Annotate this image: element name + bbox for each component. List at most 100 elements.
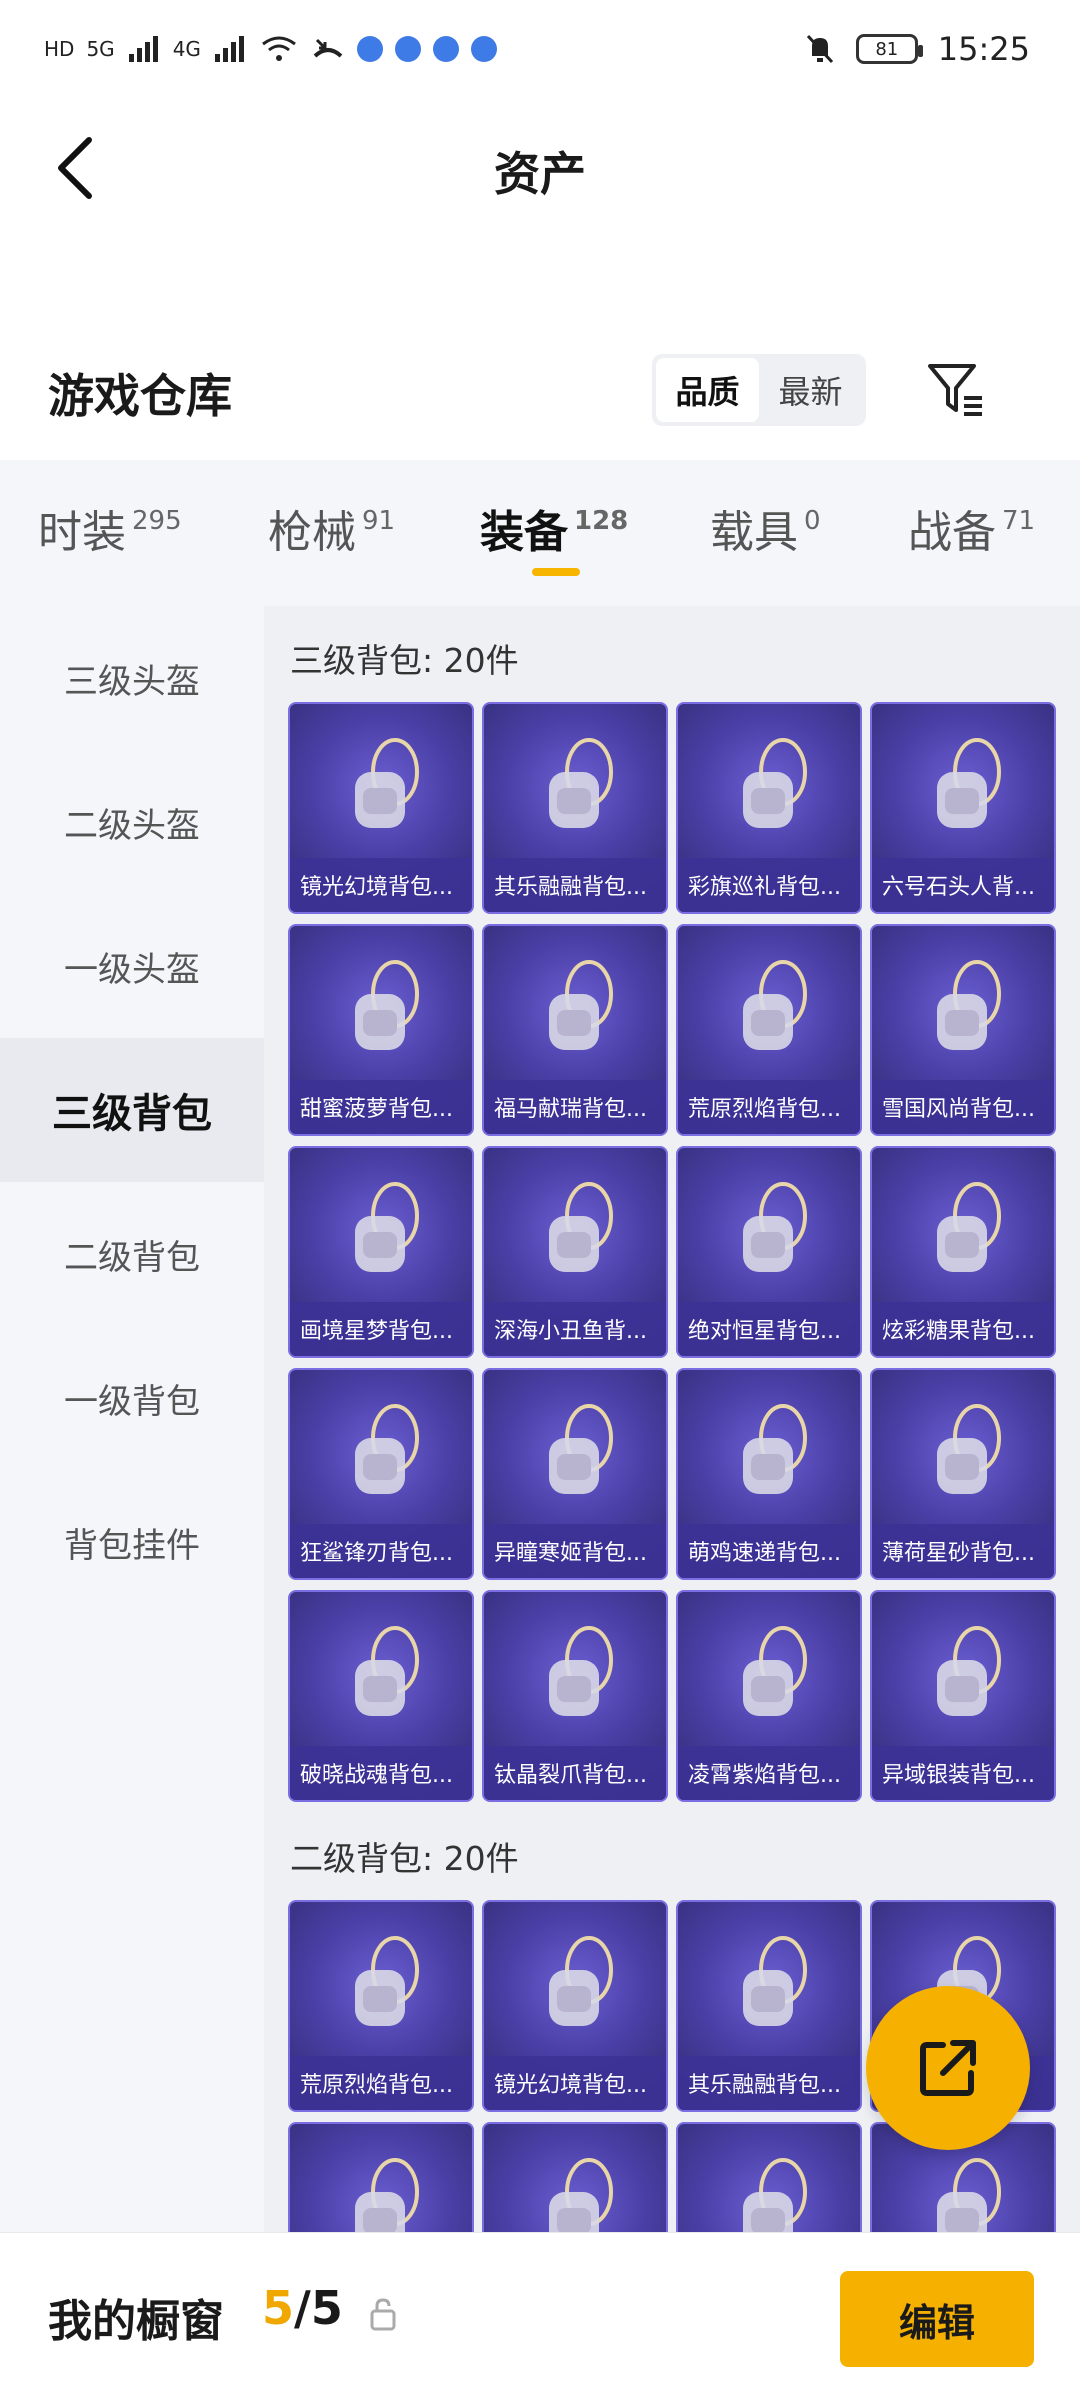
battery-level: 81 xyxy=(875,38,899,60)
item-card[interactable]: 破晓战魂背包... xyxy=(288,1590,474,1802)
item-label: 福马献瑞背包... xyxy=(484,1080,666,1134)
item-label: 六号石头人背... xyxy=(872,858,1054,912)
backpack-icon xyxy=(937,1626,1001,1716)
backpack-icon xyxy=(355,1626,419,1716)
item-card[interactable]: 狂鲨锋刃背包... xyxy=(288,1368,474,1580)
item-card[interactable]: 雪国风尚背包... xyxy=(870,924,1056,1136)
item-card[interactable]: 绝对恒星背包... xyxy=(676,1146,862,1358)
sort-latest[interactable]: 最新 xyxy=(759,358,862,422)
status-left: HD 5G 4G xyxy=(44,24,497,74)
item-card[interactable] xyxy=(288,2122,474,2232)
sidebar-item-helmet-1[interactable]: 一级头盔 xyxy=(0,894,264,1038)
item-label: 炫彩糖果背包... xyxy=(872,1302,1054,1356)
item-card[interactable]: 薄荷星砂背包... xyxy=(870,1368,1056,1580)
backpack-icon xyxy=(743,1936,807,2026)
backpack-icon xyxy=(549,1404,613,1494)
item-card[interactable]: 甜蜜菠萝背包... xyxy=(288,924,474,1136)
backpack-icon xyxy=(355,1404,419,1494)
item-label: 镜光幻境背包... xyxy=(484,2056,666,2110)
filter-button[interactable] xyxy=(920,354,992,426)
item-card[interactable]: 荒原烈焰背包... xyxy=(676,924,862,1136)
item-card[interactable]: 六号石头人背... xyxy=(870,702,1056,914)
section-title: 游戏仓库 xyxy=(48,369,232,423)
item-label: 荒原烈焰背包... xyxy=(678,1080,860,1134)
edit-button[interactable]: 编辑 xyxy=(840,2271,1034,2367)
item-card[interactable]: 其乐融融背包... xyxy=(482,702,668,914)
tab-equipment[interactable]: 装备 128 xyxy=(480,496,628,560)
item-card[interactable] xyxy=(482,2122,668,2232)
showcase-count-total: /5 xyxy=(294,2281,343,2335)
backpack-icon xyxy=(937,1182,1001,1272)
sort-quality[interactable]: 品质 xyxy=(656,358,759,422)
sidebar-item-helmet-3[interactable]: 三级头盔 xyxy=(0,606,264,750)
item-card[interactable]: 萌鸡速递背包... xyxy=(676,1368,862,1580)
item-card[interactable]: 画境星梦背包... xyxy=(288,1146,474,1358)
bottom-bar: 我的橱窗 5/5 编辑 xyxy=(0,2232,1080,2400)
backpack-icon xyxy=(743,960,807,1050)
item-label: 凌霄紫焰背包... xyxy=(678,1746,860,1800)
item-label: 异瞳寒姬背包... xyxy=(484,1524,666,1578)
showcase-title: 我的橱窗 xyxy=(48,2296,224,2347)
item-label: 其乐融融背包... xyxy=(678,2056,860,2110)
item-label: 薄荷星砂背包... xyxy=(872,1524,1054,1578)
sort-toggle: 品质 最新 xyxy=(652,354,866,426)
page-title: 资产 xyxy=(494,147,586,201)
tab-count: 128 xyxy=(574,506,629,536)
backpack-icon xyxy=(549,1182,613,1272)
tab-fashion[interactable]: 时装 295 xyxy=(38,496,182,560)
tab-vehicles[interactable]: 载具 0 xyxy=(710,496,821,560)
sidebar-item-backpack-pendant[interactable]: 背包挂件 xyxy=(0,1470,264,1614)
battery-icon: 81 xyxy=(855,34,923,64)
item-card[interactable] xyxy=(676,2122,862,2232)
share-icon xyxy=(920,2040,976,2096)
app-notification-icon xyxy=(470,36,497,62)
item-card[interactable]: 钛晶裂爪背包... xyxy=(482,1590,668,1802)
sidebar-item-backpack-1[interactable]: 一级背包 xyxy=(0,1326,264,1470)
item-label: 深海小丑鱼背... xyxy=(484,1302,666,1356)
tab-weapons[interactable]: 枪械 91 xyxy=(268,496,395,560)
item-label: 画境星梦背包... xyxy=(290,1302,472,1356)
backpack-icon xyxy=(549,738,613,828)
backpack-icon xyxy=(549,960,613,1050)
5g-label: 5G xyxy=(86,37,115,61)
share-button[interactable] xyxy=(866,1986,1030,2150)
backpack-icon xyxy=(549,1626,613,1716)
app-notification-icon xyxy=(356,36,383,62)
warehouse-header: 游戏仓库 品质 最新 xyxy=(0,330,1080,450)
clock: 15:25 xyxy=(937,30,1030,68)
item-card[interactable]: 深海小丑鱼背... xyxy=(482,1146,668,1358)
sidebar-item-backpack-2[interactable]: 二级背包 xyxy=(0,1182,264,1326)
signal-icon-2 xyxy=(214,36,244,62)
item-card[interactable]: 荒原烈焰背包... xyxy=(288,1900,474,2112)
backpack-icon xyxy=(355,738,419,828)
tab-count: 71 xyxy=(1002,506,1036,536)
sidebar-item-helmet-2[interactable]: 二级头盔 xyxy=(0,750,264,894)
backpack-icon xyxy=(743,1626,807,1716)
item-label: 绝对恒星背包... xyxy=(678,1302,860,1356)
item-label: 破晓战魂背包... xyxy=(290,1746,472,1800)
item-label: 彩旗巡礼背包... xyxy=(678,858,860,912)
tab-supplies[interactable]: 战备 71 xyxy=(908,496,1035,560)
item-card[interactable]: 炫彩糖果背包... xyxy=(870,1146,1056,1358)
item-card[interactable]: 凌霄紫焰背包... xyxy=(676,1590,862,1802)
missed-call-icon xyxy=(313,38,343,58)
item-card[interactable]: 镜光幻境背包... xyxy=(288,702,474,914)
sidebar-item-backpack-3[interactable]: 三级背包 xyxy=(0,1038,264,1182)
status-bar: HD 5G 4G 81 15:25 xyxy=(0,0,1080,98)
item-label: 异域银装背包... xyxy=(872,1746,1054,1800)
backpack-icon xyxy=(743,2158,807,2232)
item-card[interactable]: 福马献瑞背包... xyxy=(482,924,668,1136)
backpack-icon xyxy=(355,2158,419,2232)
backpack-icon xyxy=(937,738,1001,828)
status-right: 81 15:25 xyxy=(804,24,1030,74)
item-card[interactable]: 其乐融融背包... xyxy=(676,1900,862,2112)
tab-count: 0 xyxy=(804,506,821,536)
backpack-icon xyxy=(355,1182,419,1272)
item-card[interactable]: 异瞳寒姬背包... xyxy=(482,1368,668,1580)
item-card[interactable]: 彩旗巡礼背包... xyxy=(676,702,862,914)
item-card[interactable]: 异域银装背包... xyxy=(870,1590,1056,1802)
item-card[interactable]: 镜光幻境背包... xyxy=(482,1900,668,2112)
showcase-count: 5/5 xyxy=(262,2281,343,2335)
lock-icon xyxy=(370,2298,396,2331)
app-notification-icon xyxy=(394,36,421,62)
